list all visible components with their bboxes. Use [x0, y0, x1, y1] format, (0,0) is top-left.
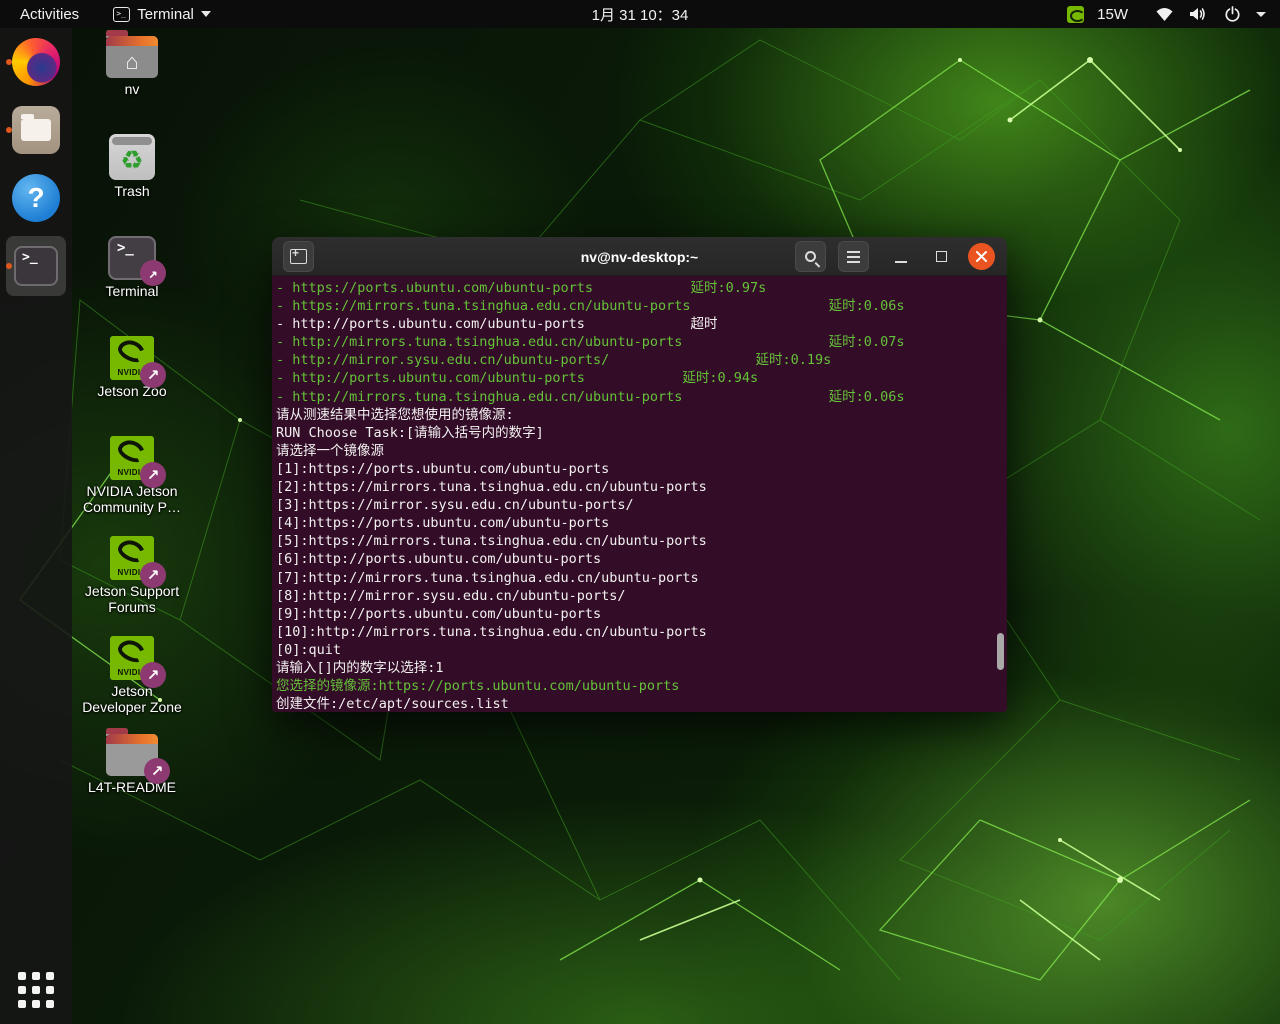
- shortcut-arrow-icon: ↗: [140, 362, 166, 388]
- folder-icon: ↗: [106, 734, 158, 776]
- hamburger-icon: [847, 251, 860, 263]
- dock: ? >_: [0, 28, 72, 1024]
- desktop-icon-label: Jetson Support Forums: [81, 583, 183, 615]
- nvidia-logo-icon: [1067, 6, 1084, 23]
- terminal-icon: >_: [14, 246, 58, 286]
- help-icon: ?: [12, 174, 60, 222]
- running-indicator: [6, 59, 12, 65]
- running-indicator: [6, 263, 12, 269]
- desktop-icon-label: Trash: [114, 183, 149, 199]
- close-button[interactable]: [968, 243, 995, 270]
- home-folder-icon: ⌂: [106, 36, 158, 78]
- terminal-titlebar[interactable]: nv@nv-desktop:~: [272, 237, 1007, 276]
- terminal-line: [6]:http://ports.ubuntu.com/ubuntu-ports: [276, 550, 1003, 568]
- terminal-line: 请选择一个镜像源: [276, 442, 1003, 460]
- terminal-line: - http://ports.ubuntu.com/ubuntu-ports 延…: [276, 369, 1003, 387]
- firefox-icon: [12, 38, 60, 86]
- desktop-icon-label: NVIDIA Jetson Community P…: [81, 483, 183, 515]
- terminal-line: [8]:http://mirror.sysu.edu.cn/ubuntu-por…: [276, 587, 1003, 605]
- minimize-icon: [895, 261, 907, 263]
- terminal-line: 您选择的镜像源:https://ports.ubuntu.com/ubuntu-…: [276, 677, 1003, 695]
- terminal-line: RUN Choose Task:[请输入括号内的数字]: [276, 424, 1003, 442]
- app-menu-terminal[interactable]: >_ Terminal: [113, 6, 211, 23]
- dock-item-files[interactable]: [12, 106, 60, 154]
- terminal-line: [2]:https://mirrors.tuna.tsinghua.edu.cn…: [276, 478, 1003, 496]
- terminal-line: [4]:https://ports.ubuntu.com/ubuntu-port…: [276, 514, 1003, 532]
- desktop-icon-nv[interactable]: ⌂ nv: [72, 36, 192, 97]
- nvidia-logo-icon: NVIDIA ↗: [110, 336, 154, 380]
- terminal-icon: >_: [113, 7, 130, 22]
- nvidia-logo-icon: NVIDIA ↗: [110, 436, 154, 480]
- terminal-line: 创建文件:/etc/apt/sources.list: [276, 695, 1003, 712]
- chevron-down-icon: [201, 11, 211, 17]
- maximize-icon: [936, 251, 947, 262]
- terminal-line: - https://ports.ubuntu.com/ubuntu-ports …: [276, 279, 1003, 297]
- terminal-line: [7]:http://mirrors.tuna.tsinghua.edu.cn/…: [276, 569, 1003, 587]
- close-icon: [975, 250, 988, 263]
- top-bar: Activities >_ Terminal 1月 31 10：34 15W: [0, 0, 1280, 28]
- terminal-line: [0]:quit: [276, 641, 1003, 659]
- desktop-icon-jetson-zoo[interactable]: NVIDIA ↗ Jetson Zoo: [72, 336, 192, 399]
- desktop-icon-terminal[interactable]: >_ ↗ Terminal: [72, 236, 192, 299]
- desktop-icon-trash[interactable]: ♻ Trash: [72, 134, 192, 199]
- terminal-line: - http://mirror.sysu.edu.cn/ubuntu-ports…: [276, 351, 1003, 369]
- desktop-icon-label: Jetson Developer Zone: [82, 683, 182, 715]
- scrollbar-thumb[interactable]: [997, 633, 1004, 670]
- desktop-icon-jetson-developer[interactable]: NVIDIA ↗ Jetson Developer Zone: [72, 636, 192, 715]
- terminal-line: - http://ports.ubuntu.com/ubuntu-ports 超…: [276, 315, 1003, 333]
- terminal-line: - http://mirrors.tuna.tsinghua.edu.cn/ub…: [276, 388, 1003, 406]
- search-button[interactable]: [795, 241, 826, 272]
- terminal-line: [3]:https://mirror.sysu.edu.cn/ubuntu-po…: [276, 496, 1003, 514]
- terminal-window: nv@nv-desktop:~ - https://ports.ubuntu.c…: [272, 237, 1007, 712]
- terminal-line: - http://mirrors.tuna.tsinghua.edu.cn/ub…: [276, 333, 1003, 351]
- nvidia-logo-icon: NVIDIA ↗: [110, 536, 154, 580]
- terminal-line: - https://mirrors.tuna.tsinghua.edu.cn/u…: [276, 297, 1003, 315]
- shortcut-arrow-icon: ↗: [140, 260, 166, 286]
- wifi-icon: [1155, 6, 1174, 22]
- running-indicator: [6, 127, 12, 133]
- files-icon: [12, 106, 60, 154]
- power-icon: [1224, 6, 1241, 23]
- new-tab-button[interactable]: [283, 241, 314, 272]
- shortcut-arrow-icon: ↗: [140, 462, 166, 488]
- show-applications-button[interactable]: [12, 966, 60, 1014]
- terminal-icon: >_ ↗: [108, 236, 156, 280]
- terminal-line: [1]:https://ports.ubuntu.com/ubuntu-port…: [276, 460, 1003, 478]
- terminal-line: [10]:http://mirrors.tuna.tsinghua.edu.cn…: [276, 623, 1003, 641]
- shortcut-arrow-icon: ↗: [144, 758, 170, 784]
- desktop-icon-label: nv: [125, 81, 140, 97]
- activities-button[interactable]: Activities: [14, 6, 85, 23]
- terminal-output[interactable]: - https://ports.ubuntu.com/ubuntu-ports …: [272, 276, 1007, 712]
- terminal-line: 请从测速结果中选择您想使用的镜像源:: [276, 406, 1003, 424]
- minimize-button[interactable]: [887, 240, 915, 272]
- shortcut-arrow-icon: ↗: [140, 662, 166, 688]
- dock-item-firefox[interactable]: [12, 38, 60, 86]
- volume-icon: [1189, 6, 1209, 22]
- terminal-line: 请输入[]内的数字以选择:1: [276, 659, 1003, 677]
- new-tab-icon: [290, 249, 307, 264]
- desktop-icon-jetson-support[interactable]: NVIDIA ↗ Jetson Support Forums: [72, 536, 192, 615]
- terminal-line: [5]:https://mirrors.tuna.tsinghua.edu.cn…: [276, 532, 1003, 550]
- desktop-icon-nvidia-community[interactable]: NVIDIA ↗ NVIDIA Jetson Community P…: [72, 436, 192, 515]
- system-status-area[interactable]: 15W: [1067, 6, 1280, 23]
- desktop-icon-l4t-readme[interactable]: ↗ L4T-README: [72, 734, 192, 795]
- trash-icon: ♻: [109, 134, 155, 180]
- shortcut-arrow-icon: ↗: [140, 562, 166, 588]
- power-mode-label: 15W: [1097, 6, 1128, 23]
- dock-item-help[interactable]: ?: [12, 174, 60, 222]
- menu-button[interactable]: [838, 241, 869, 272]
- search-icon: [805, 251, 816, 262]
- dock-item-terminal[interactable]: >_: [12, 242, 60, 290]
- maximize-button[interactable]: [927, 240, 955, 272]
- app-menu-label: Terminal: [137, 6, 194, 23]
- chevron-down-icon: [1256, 12, 1266, 17]
- terminal-line: [9]:http://ports.ubuntu.com/ubuntu-ports: [276, 605, 1003, 623]
- nvidia-logo-icon: NVIDIA ↗: [110, 636, 154, 680]
